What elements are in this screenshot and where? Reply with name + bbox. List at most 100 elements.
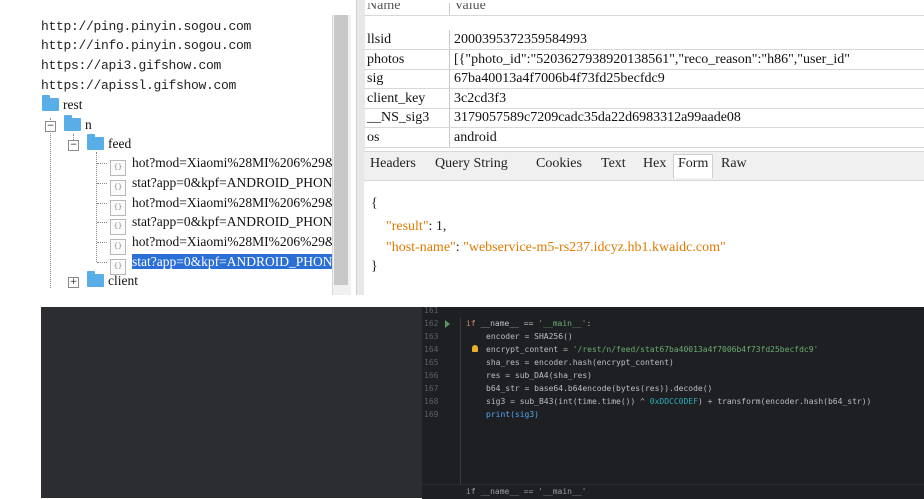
column-separator	[449, 30, 450, 49]
folder-icon	[42, 95, 59, 111]
line-number: 162	[424, 319, 439, 328]
collapse-icon[interactable]: −	[68, 140, 79, 151]
param-key: llsid	[367, 32, 392, 47]
tree-leaf-request[interactable]: {} hot?mod=Xiaomi%28MI%206%29&	[110, 194, 332, 216]
ide-breadcrumb-bar: if __name__ == '__main__'	[422, 484, 924, 499]
column-separator	[449, 3, 450, 15]
tab-hex[interactable]: Hex	[643, 156, 666, 172]
json-host-line: "host-name": "webservice-m5-rs237.idcyz.…	[386, 240, 726, 256]
host-item[interactable]: http://info.pinyin.sogou.com	[41, 38, 251, 53]
column-separator	[449, 128, 450, 147]
json-value: : 1,	[428, 219, 447, 234]
param-key: photos	[367, 52, 405, 67]
line-number: 165	[424, 358, 439, 367]
tab-query-string[interactable]: Query String	[435, 156, 508, 172]
expand-icon[interactable]: +	[68, 277, 79, 288]
tab-form[interactable]: Form	[673, 154, 714, 178]
tab-cookies[interactable]: Cookies	[536, 156, 582, 172]
column-separator	[449, 69, 450, 88]
code-token: :	[586, 319, 592, 328]
code-token: '__main__'	[538, 319, 587, 328]
value-column-header[interactable]: Value	[454, 3, 486, 15]
response-json-view[interactable]: { "result": 1, "host-name": "webservice-…	[364, 182, 924, 295]
tree-connector	[96, 152, 97, 262]
host-item[interactable]: https://apissl.gifshow.com	[41, 78, 236, 93]
code-token: if	[466, 319, 476, 328]
param-value: 3179057589c7209cadc35da22d6983312a99aade…	[454, 110, 741, 125]
code-token: __name__ ==	[475, 319, 539, 328]
tree-leaf-request[interactable]: {} hot?mod=Xiaomi%28MI%206%29&	[110, 233, 332, 255]
json-key: "host-name"	[386, 240, 456, 255]
table-row[interactable]: llsid 2000395372359584993	[364, 30, 924, 50]
param-value: 2000395372359584993	[454, 32, 587, 47]
tree-scrollbar-thumb[interactable]	[334, 15, 348, 285]
table-row[interactable]: client_key 3c2cd3f3	[364, 89, 924, 109]
code-line-168: sig3 = sub_B43(int(time.time()) ^ 0xDDCC…	[486, 396, 871, 408]
column-separator	[449, 89, 450, 108]
tree-leaf-label: hot?mod=Xiaomi%28MI%206%29&	[132, 234, 332, 249]
tree-connector	[97, 163, 107, 164]
tree-node-label: client	[108, 273, 138, 288]
inspector-tab-bar: Headers Query String Cookies Text Hex Fo…	[364, 151, 924, 181]
tab-headers[interactable]: Headers	[370, 156, 416, 172]
param-key: os	[367, 130, 380, 145]
tree-connector	[50, 118, 51, 288]
lightbulb-icon[interactable]	[472, 345, 478, 352]
tree-connector	[97, 183, 107, 184]
column-separator	[449, 108, 450, 127]
tree-leaf-label: stat?app=0&kpf=ANDROID_PHON	[132, 214, 332, 229]
line-number: 169	[424, 410, 439, 419]
tree-leaf-label: hot?mod=Xiaomi%28MI%206%29&	[132, 195, 332, 210]
tree-leaf-label: stat?app=0&kpf=ANDROID_PHON	[132, 175, 332, 190]
line-number: 168	[424, 397, 439, 406]
json-value: "webservice-m5-rs237.idcyz.hb1.kwaidc.co…	[463, 240, 726, 255]
table-row[interactable]: os android	[364, 128, 924, 148]
param-value: android	[454, 130, 497, 145]
table-row[interactable]: photos [{"photo_id":"5203627938920138561"…	[364, 50, 924, 70]
tree-connector	[97, 222, 107, 223]
param-key: client_key	[367, 91, 426, 106]
host-item[interactable]: https://api3.gifshow.com	[41, 58, 221, 73]
line-number: 167	[424, 384, 439, 393]
tree-node-rest[interactable]: rest	[42, 95, 83, 114]
run-icon[interactable]	[445, 320, 450, 328]
tree-node-label: feed	[108, 136, 132, 151]
tab-text[interactable]: Text	[601, 156, 626, 172]
session-tree-pane: http://ping.pinyin.sogou.com http://info…	[0, 0, 332, 295]
json-close-brace: }	[371, 259, 378, 274]
line-number: 163	[424, 332, 439, 341]
code-line-169: print(sig3)	[486, 410, 539, 419]
json-result-line: "result": 1,	[386, 219, 446, 235]
code-token: sig3 = sub_B43(int(time.time()) ^	[486, 397, 650, 406]
tree-leaf-request[interactable]: {} stat?app=0&kpf=ANDROID_PHON	[110, 213, 332, 235]
tree-leaf-request-selected[interactable]: {} stat?app=0&kpf=ANDROID_PHON	[110, 253, 332, 275]
breadcrumb[interactable]: if __name__ == '__main__'	[466, 486, 586, 498]
code-line-164: encrypt_content = '/rest/n/feed/stat67ba…	[486, 344, 818, 356]
tree-node-label: rest	[63, 97, 83, 112]
code-line-165: sha_res = encoder.hash(encrypt_content)	[486, 358, 674, 367]
collapse-icon[interactable]: −	[45, 121, 56, 132]
code-line-167: b64_str = base64.b64encode(bytes(res)).d…	[486, 384, 713, 393]
tree-leaf-label: hot?mod=Xiaomi%28MI%206%29&	[132, 155, 332, 170]
code-token: encrypt_content =	[486, 345, 573, 354]
column-separator	[449, 50, 450, 69]
param-value: 3c2cd3f3	[454, 91, 507, 106]
indent-guide	[460, 318, 461, 484]
tree-leaf-request[interactable]: {} hot?mod=Xiaomi%28MI%206%29&	[110, 154, 332, 176]
tree-node-label: n	[85, 117, 92, 132]
tree-leaf-request[interactable]: {} stat?app=0&kpf=ANDROID_PHON	[110, 174, 332, 196]
code-token: 0xDDCC0DEF	[649, 397, 698, 406]
name-column-header[interactable]: Name	[367, 3, 447, 15]
table-row[interactable]: __NS_sig3 3179057589c7209cadc35da22d69833…	[364, 108, 924, 128]
table-row[interactable]: sig 67ba40013a4f7006b4f73fd25becfdc9	[364, 69, 924, 89]
tab-raw[interactable]: Raw	[721, 156, 747, 172]
tree-connector	[97, 203, 107, 204]
param-value: [{"photo_id":"5203627938920138561","reco…	[454, 52, 850, 67]
json-key: "result"	[386, 219, 429, 234]
tree-node-feed[interactable]: feed	[87, 134, 132, 153]
line-number: 166	[424, 371, 439, 380]
tree-node-client[interactable]: client	[87, 271, 138, 290]
table-header-row: Name Value	[364, 3, 924, 16]
host-item[interactable]: http://ping.pinyin.sogou.com	[41, 19, 251, 34]
tree-node-n[interactable]: n	[64, 115, 92, 134]
